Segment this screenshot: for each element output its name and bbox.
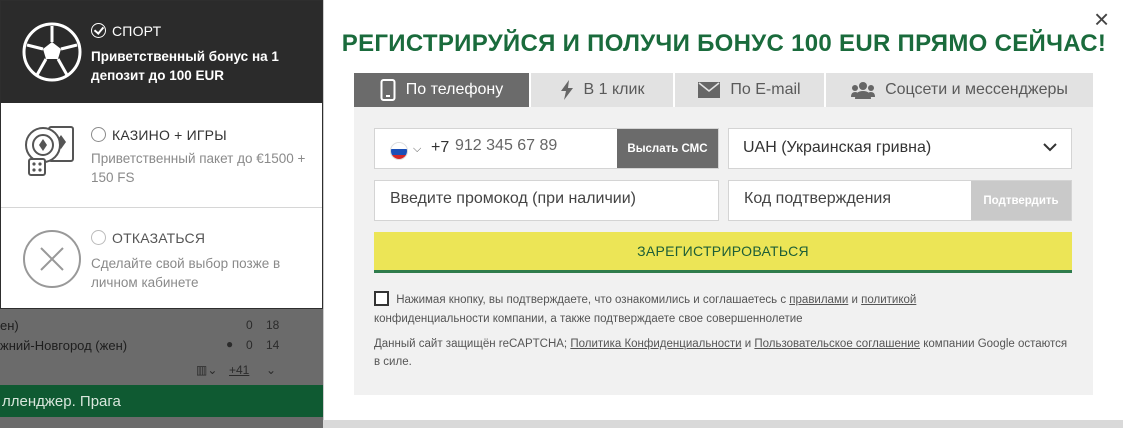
registration-modal: × РЕГИСТРИРУЙСЯ И ПОЛУЧИ БОНУС 100 EUR П…	[323, 0, 1123, 420]
russia-flag-icon[interactable]	[390, 142, 408, 160]
modal-headline: РЕГИСТРИРУЙСЯ И ПОЛУЧИ БОНУС 100 EUR ПРЯ…	[341, 30, 1107, 57]
bg-match-team-2: жний-Новгород (жен)	[0, 338, 128, 353]
radio-checked-icon[interactable]	[91, 23, 106, 38]
radio-icon[interactable]	[91, 127, 106, 142]
tab-label: По телефону	[405, 81, 504, 98]
close-icon[interactable]: ×	[1094, 6, 1109, 32]
privacy-policy-link[interactable]: Политика Конфиденциальности	[570, 338, 741, 350]
bg-bottom-strip	[323, 420, 1123, 428]
register-button[interactable]: ЗАРЕГИСТРИРОВАТЬСЯ	[374, 232, 1072, 273]
tab-label: В 1 клик	[583, 81, 645, 98]
lightning-icon	[560, 80, 573, 100]
tab-phone[interactable]: По телефону	[354, 73, 531, 107]
recaptcha-notice: Данный сайт защищён reCAPTCHA; Политика …	[374, 338, 1068, 368]
bonus-option-casino[interactable]: КАЗИНО + ИГРЫ Приветственный пакет до €1…	[1, 103, 322, 208]
agreement-text: Нажимая кнопку, вы подтверждаете, что оз…	[374, 291, 1074, 329]
promo-input[interactable]	[390, 190, 690, 208]
phone-icon	[380, 79, 396, 101]
bg-score: 14	[266, 338, 280, 352]
bonus-option-title: ОТКАЗАТЬСЯ	[91, 230, 205, 246]
currency-value: UAH (Украинская гривна)	[743, 139, 932, 156]
confirmation-code-input[interactable]	[744, 190, 964, 208]
bonus-selector: СПОРТ Приветственный бонус на 1 депозит …	[0, 0, 323, 309]
chevron-down-icon	[1043, 143, 1057, 152]
bonus-option-title: СПОРТ	[91, 23, 161, 39]
agreement-checkbox[interactable]	[374, 291, 389, 306]
bg-score: 0	[246, 338, 253, 352]
bg-ball-icon: ●	[226, 337, 234, 351]
close-circle-icon	[23, 230, 81, 288]
bonus-option-desc: Приветственный бонус на 1 депозит до 100…	[91, 49, 279, 83]
phone-input[interactable]	[455, 137, 615, 155]
soccer-ball-icon	[22, 22, 82, 82]
bg-chevron-down-icon[interactable]: ⌄	[266, 363, 276, 377]
tab-label: Соцсети и мессенджеры	[885, 81, 1068, 98]
bg-score: 0	[246, 318, 253, 332]
send-sms-button[interactable]: Выслать СМС	[617, 129, 718, 168]
bg-more-markets[interactable]: +41	[229, 363, 249, 377]
chevron-down-icon[interactable]: ⌵	[413, 143, 421, 156]
users-icon	[851, 82, 876, 99]
bg-match-team-1: ен)	[0, 318, 19, 333]
bonus-option-title: КАЗИНО + ИГРЫ	[91, 127, 227, 143]
bonus-option-desc: Приветственный пакет до €1500 + 150 FS	[91, 151, 306, 185]
tab-social[interactable]: Соцсети и мессенджеры	[826, 73, 1093, 107]
bonus-option-sport[interactable]: СПОРТ Приветственный бонус на 1 депозит …	[1, 1, 322, 103]
casino-chip-cards-icon	[25, 126, 74, 176]
phone-prefix: +7	[431, 139, 450, 156]
envelope-icon	[698, 82, 721, 98]
phone-field: ⌵ +7 Выслать СМС	[374, 128, 719, 169]
registration-form: ⌵ +7 Выслать СМС UAH (Украинская гривна)…	[354, 107, 1093, 395]
bg-league-header: лленджер. Прага	[0, 385, 323, 417]
confirm-button[interactable]: Подтвердить	[971, 181, 1071, 220]
tab-one-click[interactable]: В 1 клик	[531, 73, 675, 107]
bg-score: 18	[266, 318, 280, 332]
policy-link[interactable]: политикой	[861, 294, 916, 306]
promo-field	[374, 180, 719, 221]
tab-email[interactable]: По E-mail	[675, 73, 826, 107]
currency-select[interactable]: UAH (Украинская гривна)	[728, 128, 1072, 169]
bg-stats-icon[interactable]: ▥⌄	[196, 363, 217, 377]
rules-link[interactable]: правилами	[789, 294, 848, 306]
terms-link[interactable]: Пользовательское соглашение	[754, 338, 920, 350]
tab-label: По E-mail	[730, 81, 801, 98]
confirmation-code-field: Подтвердить	[728, 180, 1072, 221]
radio-icon[interactable]	[91, 230, 106, 245]
registration-tabs: По телефону В 1 клик По E-mail Соцсети и…	[354, 73, 1093, 107]
bonus-option-decline[interactable]: ОТКАЗАТЬСЯ Сделайте свой выбор позже в л…	[1, 208, 322, 308]
bonus-option-desc: Сделайте свой выбор позже в личном кабин…	[91, 256, 281, 290]
